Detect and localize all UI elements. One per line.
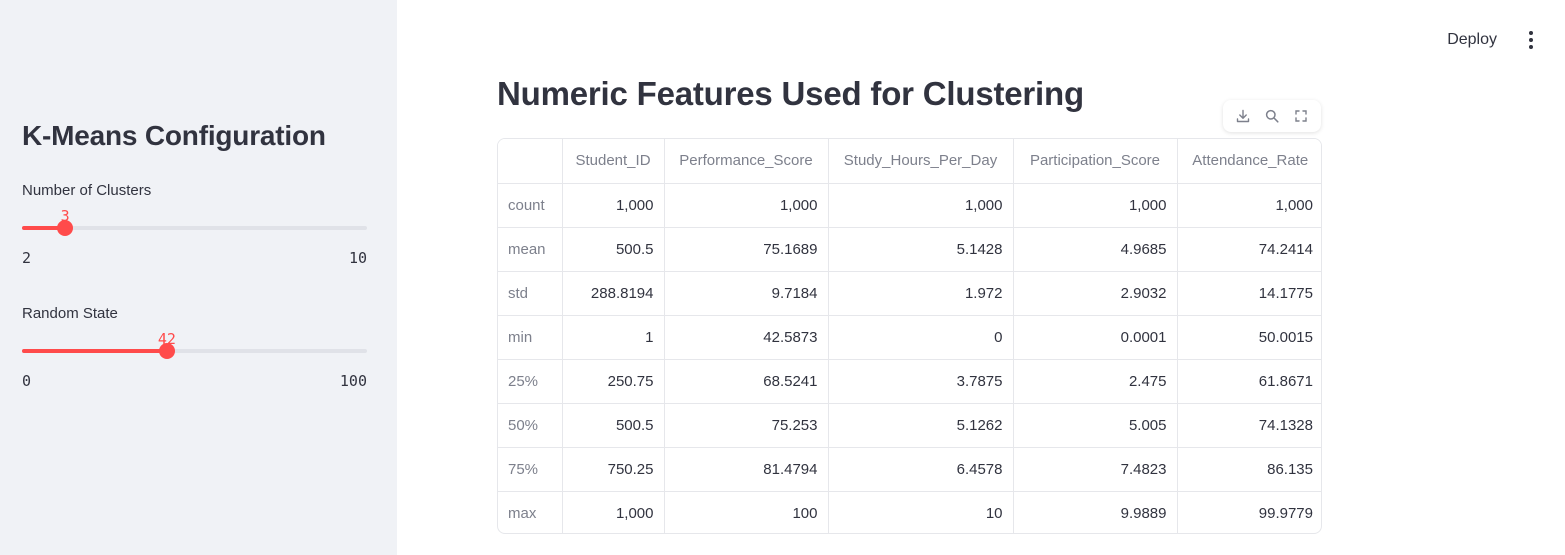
random-state-slider-block: Random State 42 0 100: [22, 305, 367, 390]
table-header-row: Student_ID Performance_Score Study_Hours…: [498, 139, 1321, 184]
top-toolbar: Deploy: [1447, 24, 1565, 56]
row-label[interactable]: mean: [498, 227, 563, 272]
table-cell[interactable]: 14.1775: [1177, 271, 1321, 316]
random-state-slider-track[interactable]: [22, 343, 367, 359]
table-cell[interactable]: 86.135: [1177, 447, 1321, 492]
table-cell[interactable]: 3.7875: [828, 359, 1014, 404]
table-cell[interactable]: 750.25: [562, 447, 665, 492]
header-index: [498, 139, 563, 184]
more-vertical-icon[interactable]: [1521, 24, 1541, 56]
table-cell[interactable]: 2.475: [1013, 359, 1178, 404]
table-cell[interactable]: 42.5873: [664, 315, 829, 360]
table-cell[interactable]: 50.0015: [1177, 315, 1321, 360]
table-cell[interactable]: 1,000: [828, 183, 1014, 228]
clusters-slider-min: 2: [22, 249, 32, 267]
header-participation-score[interactable]: Participation_Score: [1013, 139, 1178, 184]
table-body: count 1,000 1,000 1,000 1,000 1,000 mean 500.5 7…: [498, 183, 1321, 533]
row-label[interactable]: 25%: [498, 359, 563, 404]
page-title: Numeric Features Used for Clustering: [497, 75, 1084, 112]
header-student-id[interactable]: Student_ID: [562, 139, 665, 184]
table-row: max 1,000 100 10 9.9889 99.9779: [498, 491, 1321, 533]
table-cell[interactable]: 1.972: [828, 271, 1014, 316]
random-state-slider-thumb[interactable]: [158, 343, 175, 359]
table-cell[interactable]: 100: [664, 491, 829, 533]
table-row: count 1,000 1,000 1,000 1,000 1,000: [498, 183, 1321, 228]
table-cell[interactable]: 9.9889: [1013, 491, 1178, 533]
table-cell[interactable]: 5.1262: [828, 403, 1014, 448]
row-label[interactable]: 75%: [498, 447, 563, 492]
random-state-slider-max: 100: [339, 372, 367, 390]
row-label[interactable]: min: [498, 315, 563, 360]
clusters-slider-thumb[interactable]: [57, 220, 74, 236]
sidebar-title: K-Means Configuration: [22, 120, 326, 151]
fullscreen-icon[interactable]: [1291, 106, 1311, 126]
row-label[interactable]: max: [498, 491, 563, 533]
random-state-slider-fill: [22, 349, 167, 353]
clusters-slider-block: Number of Clusters 3 2 10: [22, 182, 367, 267]
table-cell[interactable]: 288.8194: [562, 271, 665, 316]
table-row: 75% 750.25 81.4794 6.4578 7.4823 86.135: [498, 447, 1321, 492]
table-cell[interactable]: 68.5241: [664, 359, 829, 404]
clusters-slider-track[interactable]: [22, 220, 367, 236]
table-cell[interactable]: 9.7184: [664, 271, 829, 316]
header-study-hours[interactable]: Study_Hours_Per_Day: [828, 139, 1014, 184]
table-cell[interactable]: 0: [828, 315, 1014, 360]
search-icon[interactable]: [1262, 106, 1282, 126]
table-cell[interactable]: 75.1689: [664, 227, 829, 272]
download-icon[interactable]: [1233, 106, 1253, 126]
deploy-button[interactable]: Deploy: [1447, 31, 1497, 49]
table-cell[interactable]: 4.9685: [1013, 227, 1178, 272]
table-cell[interactable]: 99.9779: [1177, 491, 1321, 533]
table-cell[interactable]: 7.4823: [1013, 447, 1178, 492]
header-attendance-rate[interactable]: Attendance_Rate: [1177, 139, 1321, 184]
sidebar: K-Means Configuration Number of Clusters…: [0, 0, 397, 555]
table-cell[interactable]: 75.253: [664, 403, 829, 448]
table-row: 25% 250.75 68.5241 3.7875 2.475 61.8671: [498, 359, 1321, 404]
table-row: mean 500.5 75.1689 5.1428 4.9685 74.2414: [498, 227, 1321, 272]
table-cell[interactable]: 250.75: [562, 359, 665, 404]
table-row: std 288.8194 9.7184 1.972 2.9032 14.1775: [498, 271, 1321, 316]
table-cell[interactable]: 2.9032: [1013, 271, 1178, 316]
table-cell[interactable]: 5.1428: [828, 227, 1014, 272]
table-cell[interactable]: 74.1328: [1177, 403, 1321, 448]
table-cell[interactable]: 0.0001: [1013, 315, 1178, 360]
table-cell[interactable]: 5.005: [1013, 403, 1178, 448]
header-performance-score[interactable]: Performance_Score: [664, 139, 829, 184]
table-cell[interactable]: 1,000: [664, 183, 829, 228]
table-cell[interactable]: 1,000: [1177, 183, 1321, 228]
random-state-slider-label: Random State: [22, 305, 118, 322]
row-label[interactable]: count: [498, 183, 563, 228]
table-row: min 1 42.5873 0 0.0001 50.0015: [498, 315, 1321, 360]
table-cell[interactable]: 1,000: [562, 491, 665, 533]
table-cell[interactable]: 61.8671: [1177, 359, 1321, 404]
data-table[interactable]: Student_ID Performance_Score Study_Hours…: [497, 138, 1322, 534]
random-state-slider-min: 0: [22, 372, 32, 390]
clusters-slider-label: Number of Clusters: [22, 182, 152, 199]
table-cell[interactable]: 10: [828, 491, 1014, 533]
table-cell[interactable]: 1: [562, 315, 665, 360]
table-row: 50% 500.5 75.253 5.1262 5.005 74.1328: [498, 403, 1321, 448]
table-cell[interactable]: 81.4794: [664, 447, 829, 492]
dataframe-toolbar: [1223, 100, 1321, 132]
table-cell[interactable]: 500.5: [562, 227, 665, 272]
row-label[interactable]: std: [498, 271, 563, 316]
table-cell[interactable]: 74.2414: [1177, 227, 1321, 272]
clusters-slider-max: 10: [348, 249, 367, 267]
row-label[interactable]: 50%: [498, 403, 563, 448]
table-cell[interactable]: 6.4578: [828, 447, 1014, 492]
table-cell[interactable]: 1,000: [562, 183, 665, 228]
table-cell[interactable]: 1,000: [1013, 183, 1178, 228]
table-cell[interactable]: 500.5: [562, 403, 665, 448]
